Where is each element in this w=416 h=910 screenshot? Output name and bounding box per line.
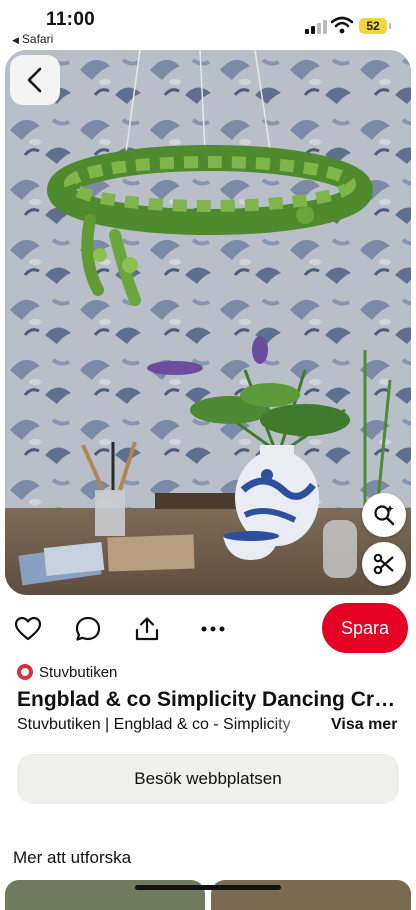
home-indicator: [135, 885, 281, 890]
source-name: Stuvbutiken: [39, 663, 118, 681]
status-time: 11:00: [46, 9, 96, 30]
more-options-button[interactable]: [198, 614, 228, 644]
comment-button[interactable]: [73, 614, 103, 644]
scissors-button[interactable]: [362, 542, 406, 586]
source-profile-link[interactable]: Stuvbutiken: [17, 662, 117, 682]
ellipsis-icon: [201, 626, 225, 632]
pin-description: Stuvbutiken | Engblad & co - Simplicity: [17, 716, 291, 733]
pin-image[interactable]: [5, 50, 411, 595]
cellular-signal-icon: [305, 20, 327, 34]
source-logo-icon: [17, 664, 33, 680]
back-app-label: Safari: [21, 32, 54, 46]
save-button[interactable]: Spara: [322, 603, 408, 653]
battery-indicator: 52: [359, 18, 387, 34]
back-triangle-icon: ◀: [12, 35, 19, 45]
back-to-app-link[interactable]: ◀ Safari: [12, 32, 53, 46]
explore-more-heading: Mer att utforska: [13, 848, 132, 867]
status-bar: 11:00 ◀ Safari 52: [0, 0, 416, 48]
battery-tip: [389, 23, 391, 29]
comment-icon: [75, 616, 101, 641]
heart-icon: [15, 617, 41, 641]
show-more-link[interactable]: Visa mer: [331, 716, 397, 734]
like-button[interactable]: [13, 614, 43, 644]
visit-website-button[interactable]: Besök webbplatsen: [17, 754, 399, 804]
scissors-icon: [373, 553, 394, 575]
visual-search-button[interactable]: [362, 493, 406, 537]
share-button[interactable]: [132, 614, 162, 644]
back-button[interactable]: [10, 55, 60, 105]
pin-title: Engblad & co Simplicity Dancing Cra...: [17, 688, 397, 711]
wifi-icon: [331, 16, 353, 34]
visual-search-icon: [374, 505, 395, 526]
share-icon: [135, 617, 159, 641]
chevron-left-icon: [27, 67, 42, 93]
pin-photo: [5, 50, 411, 595]
